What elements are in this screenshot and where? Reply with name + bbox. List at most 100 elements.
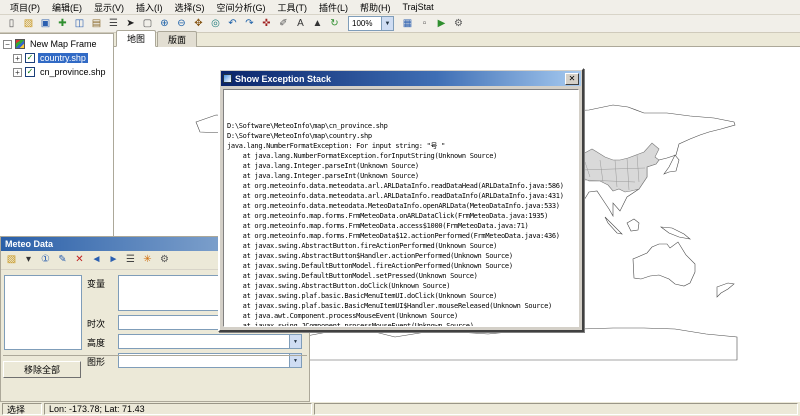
north-arrow-icon[interactable]: ▲ [309, 16, 326, 32]
zoom-in-icon[interactable]: ⊕ [156, 16, 173, 32]
new-zealand-outline [717, 283, 734, 297]
stack-trace-line: at javax.swing.AbstractButton$Handler.ac… [227, 251, 575, 261]
time-label: 时次 [87, 315, 113, 330]
open-meteo-file-icon[interactable]: ▧ [3, 252, 20, 268]
data-info-icon[interactable]: ① [37, 252, 54, 268]
view-tab[interactable]: 地图 [116, 30, 156, 47]
stack-trace-line: at org.meteoinfo.map.forms.FrmMeteoData.… [227, 211, 575, 221]
open-data-icon[interactable]: ◫ [71, 16, 88, 32]
layer-checkbox[interactable]: ✓ [25, 53, 35, 63]
view-tabs: 地图版面 [114, 33, 800, 47]
menu-item[interactable]: 项目(P) [4, 0, 46, 15]
layer-checkbox[interactable]: ✓ [25, 67, 35, 77]
stack-trace: D:\Software\MeteoInfo\map\cn_province.sh… [223, 89, 579, 327]
expand-icon[interactable]: + [13, 68, 22, 77]
status-coordinates: Lon: -173.78; Lat: 71.43 [44, 403, 312, 415]
zoom-out-icon[interactable]: ⊖ [173, 16, 190, 32]
australia-outline [633, 242, 695, 286]
add-layer-icon[interactable]: ✚ [54, 16, 71, 32]
collapse-icon[interactable]: − [3, 40, 12, 49]
borneo-outline [627, 219, 639, 231]
stack-trace-line: at org.meteoinfo.map.forms.FrmMeteoData.… [227, 221, 575, 231]
save-project-icon[interactable]: ▣ [37, 16, 54, 32]
open-dropdown-icon[interactable]: ▾ [20, 252, 37, 268]
menu-item[interactable]: TrajStat [397, 1, 440, 13]
stack-trace-line: D:\Software\MeteoInfo\map\country.shp [227, 131, 575, 141]
zoom-previous-icon[interactable]: ↶ [224, 16, 241, 32]
stack-trace-line: at org.meteoinfo.data.meteodata.arl.ARLD… [227, 181, 575, 191]
dropdown-arrow-icon[interactable]: ▼ [289, 335, 301, 348]
stack-trace-line: at java.lang.Integer.parseInt(Unknown So… [227, 161, 575, 171]
identify-icon[interactable]: ✜ [258, 16, 275, 32]
variable-label: 变量 [87, 275, 113, 290]
menu-item[interactable]: 插件(L) [313, 0, 354, 15]
animate-data-icon[interactable]: ✳ [139, 252, 156, 268]
exception-dialog: Show Exception Stack ✕ D:\Software\Meteo… [218, 68, 584, 332]
layout-view-icon[interactable]: ▫ [416, 16, 433, 32]
status-mode: 选择 [2, 403, 42, 415]
next-time-icon[interactable]: ► [105, 252, 122, 268]
menu-bar: 项目(P)编辑(E)显示(V)插入(I)选择(S)空间分析(G)工具(T)插件(… [0, 0, 800, 15]
stack-trace-line: at javax.swing.DefaultButtonModel.fireAc… [227, 261, 575, 271]
stack-trace-line: at javax.swing.AbstractButton.doClick(Un… [227, 281, 575, 291]
refresh-icon[interactable]: ↻ [326, 16, 343, 32]
stack-trace-line: at java.lang.Integer.parseInt(Unknown So… [227, 171, 575, 181]
view-tab[interactable]: 版面 [157, 31, 197, 47]
data-settings-icon[interactable]: ⚙ [156, 252, 173, 268]
stack-trace-line: at org.meteoinfo.data.meteodata.arl.ARLD… [227, 191, 575, 201]
stack-trace-line: java.lang.NumberFormatException: For inp… [227, 141, 575, 151]
map-view-icon[interactable]: ▦ [399, 16, 416, 32]
open-project-icon[interactable]: ▧ [20, 16, 37, 32]
stack-trace-line: at org.meteoinfo.map.forms.FrmMeteoData$… [227, 231, 575, 241]
dataset-list[interactable] [4, 275, 82, 350]
zoom-level-value: 100% [349, 19, 381, 28]
map-frame-icon [15, 39, 25, 49]
menu-item[interactable]: 选择(S) [169, 0, 211, 15]
zoom-level-combo[interactable]: 100% ▼ [348, 16, 394, 31]
stack-trace-line: D:\Software\MeteoInfo\map\cn_province.sh… [227, 121, 575, 131]
pan-icon[interactable]: ✥ [190, 16, 207, 32]
remove-all-button[interactable]: 移除全部 [3, 361, 81, 378]
stack-trace-line: at java.lang.NumberFormatException.forIn… [227, 151, 575, 161]
layer-item[interactable]: + ✓ country.shp [0, 51, 113, 65]
animation-icon[interactable]: ▶ [433, 16, 450, 32]
menu-item[interactable]: 编辑(E) [46, 0, 88, 15]
dialog-title: Show Exception Stack [235, 74, 562, 84]
previous-time-icon[interactable]: ◄ [88, 252, 105, 268]
expand-icon[interactable]: + [13, 54, 22, 63]
layer-label: country.shp [38, 53, 88, 63]
sumatra-outline [605, 217, 622, 234]
settings-icon[interactable]: ⚙ [450, 16, 467, 32]
zoom-next-icon[interactable]: ↷ [241, 16, 258, 32]
layers-icon[interactable]: ▤ [88, 16, 105, 32]
stack-trace-line: at javax.swing.JComponent.processMouseEv… [227, 321, 575, 327]
layers-panel: − New Map Frame + ✓ country.shp + ✓ cn_p… [0, 33, 114, 236]
menu-item[interactable]: 工具(T) [272, 0, 314, 15]
draw-data-icon[interactable]: ✎ [54, 252, 71, 268]
new-guinea-outline [661, 227, 690, 239]
level-combo[interactable]: ▼ [118, 334, 302, 349]
full-extent-icon[interactable]: ◎ [207, 16, 224, 32]
map-frame-label: New Map Frame [28, 39, 99, 49]
status-bar: 选择 Lon: -173.78; Lat: 71.43 [0, 402, 800, 416]
label-icon[interactable]: A [292, 16, 309, 32]
new-project-icon[interactable]: ▯ [3, 16, 20, 32]
remove-data-icon[interactable]: ✕ [71, 252, 88, 268]
stack-trace-line: at org.meteoinfo.data.meteodata.MeteoDat… [227, 201, 575, 211]
status-spacer [314, 403, 798, 415]
time-list-icon[interactable]: ☰ [122, 252, 139, 268]
menu-item[interactable]: 空间分析(G) [211, 0, 272, 15]
menu-item[interactable]: 插入(I) [130, 0, 169, 15]
map-frame-node[interactable]: − New Map Frame [0, 37, 113, 51]
layer-item[interactable]: + ✓ cn_province.shp [0, 65, 113, 79]
measure-icon[interactable]: ✐ [275, 16, 292, 32]
menu-item[interactable]: 帮助(H) [354, 0, 397, 15]
stack-trace-line: at javax.swing.plaf.basic.BasicMenuItemU… [227, 291, 575, 301]
stack-trace-line: at javax.swing.DefaultButtonModel.setPre… [227, 271, 575, 281]
stack-trace-line: at java.awt.Component.processMouseEvent(… [227, 311, 575, 321]
dialog-close-button[interactable]: ✕ [565, 73, 579, 85]
dialog-titlebar[interactable]: Show Exception Stack ✕ [221, 71, 581, 86]
dropdown-arrow-icon[interactable]: ▼ [381, 17, 393, 30]
menu-item[interactable]: 显示(V) [88, 0, 130, 15]
china-provinces-region [571, 143, 659, 192]
